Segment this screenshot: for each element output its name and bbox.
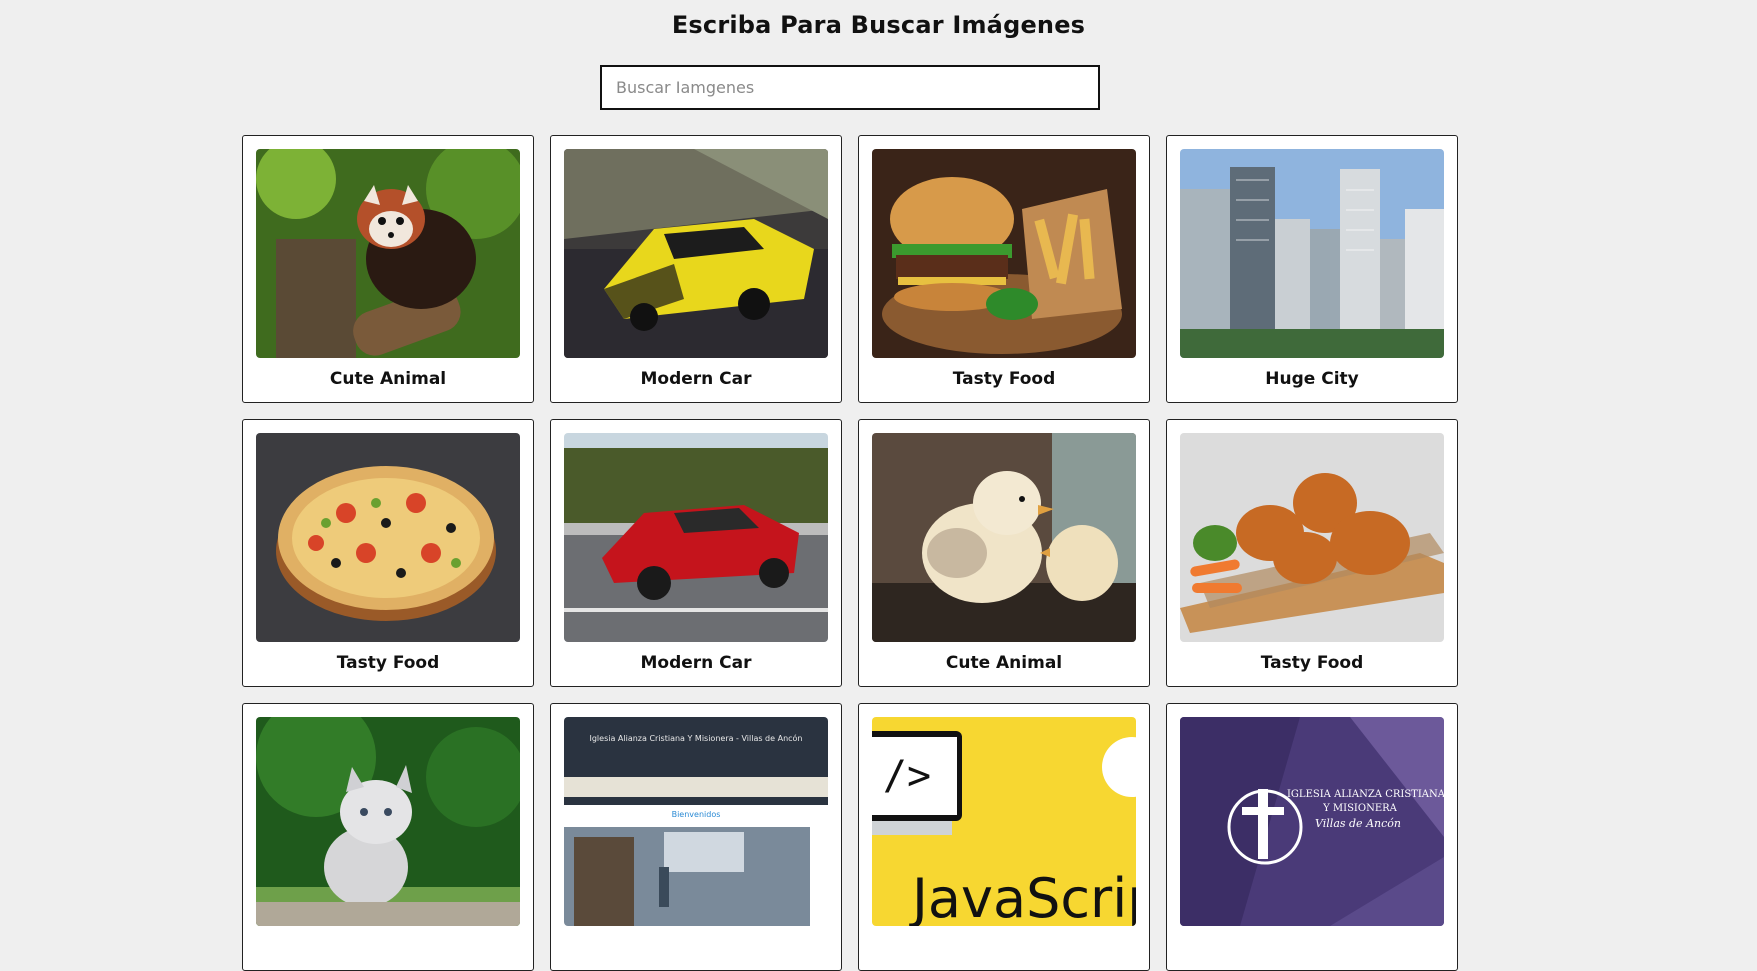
red-panda-image (256, 149, 520, 358)
card-caption: Cute Animal (945, 653, 1063, 673)
city-skyline-image (1180, 149, 1444, 358)
image-card[interactable]: IGLESIA ALIANZA CRISTIANA Y MISIONERA Vi… (1166, 703, 1458, 971)
image-card[interactable]: Tasty Food (858, 135, 1150, 403)
chicks-image (872, 433, 1136, 642)
image-card[interactable]: /> JavaScrip (858, 703, 1150, 971)
church-location: Villas de Ancón (1315, 817, 1401, 830)
kitten-image (256, 717, 520, 926)
card-caption: Tasty Food (1260, 653, 1364, 673)
church-website-header-text: Iglesia Alianza Cristiana Y Misionera - … (589, 733, 802, 743)
image-grid: Cute Animal Modern Car Tasty Food Huge C… (242, 135, 1458, 971)
card-caption: Huge City (1265, 369, 1359, 389)
church-name-line1: IGLESIA ALIANZA CRISTIANA (1287, 789, 1444, 800)
image-card[interactable] (242, 703, 534, 971)
card-caption: Tasty Food (336, 653, 440, 673)
image-card[interactable]: Modern Car (550, 135, 842, 403)
javascript-text: JavaScrip (909, 867, 1136, 926)
yellow-car-image (564, 149, 828, 358)
page-title: Escriba Para Buscar Imágenes (671, 11, 1086, 39)
fried-chicken-image (1180, 433, 1444, 642)
search-input[interactable] (600, 65, 1100, 110)
burger-fries-image (872, 149, 1136, 358)
javascript-banner-image: /> JavaScrip (872, 717, 1136, 926)
church-name-line2: Y MISIONERA (1322, 803, 1398, 814)
image-card[interactable]: Tasty Food (242, 419, 534, 687)
image-card[interactable]: Modern Car (550, 419, 842, 687)
card-caption: Modern Car (640, 653, 752, 673)
church-website-image: Iglesia Alianza Cristiana Y Misionera - … (564, 717, 828, 926)
card-caption: Modern Car (640, 369, 752, 389)
church-website-welcome-text: Bienvenidos (672, 810, 721, 819)
image-card[interactable]: Tasty Food (1166, 419, 1458, 687)
image-card[interactable]: Iglesia Alianza Cristiana Y Misionera - … (550, 703, 842, 971)
pizza-image (256, 433, 520, 642)
card-caption: Cute Animal (329, 369, 447, 389)
card-caption: Tasty Food (952, 369, 1056, 389)
red-car-image (564, 433, 828, 642)
image-card[interactable]: Huge City (1166, 135, 1458, 403)
image-card[interactable]: Cute Animal (858, 419, 1150, 687)
church-logo-image: IGLESIA ALIANZA CRISTIANA Y MISIONERA Vi… (1180, 717, 1444, 926)
image-card[interactable]: Cute Animal (242, 135, 534, 403)
code-glyph: /> (883, 753, 931, 799)
